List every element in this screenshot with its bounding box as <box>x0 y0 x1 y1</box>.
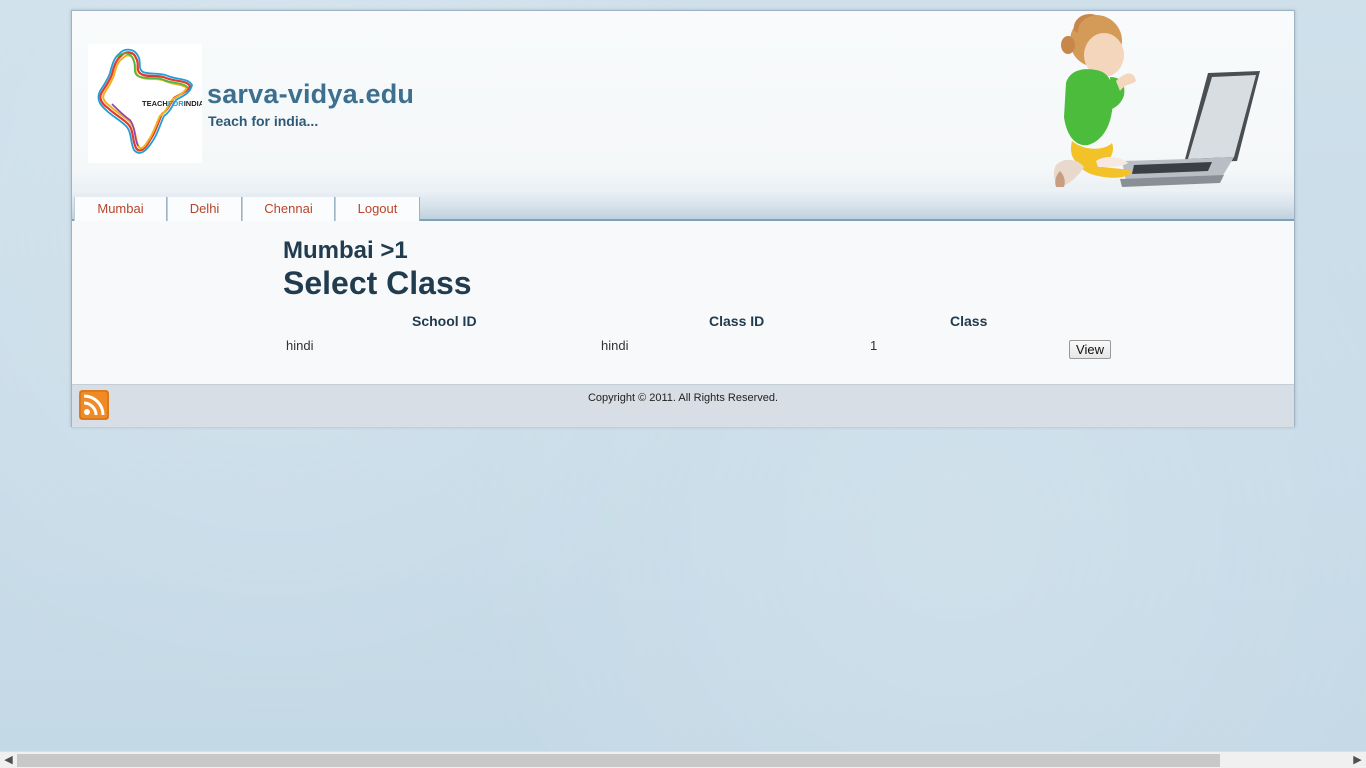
column-header-class-id: Class ID <box>709 313 765 329</box>
view-button[interactable]: View <box>1069 340 1111 359</box>
india-map-logo: TEACHFORINDIA <box>97 48 205 154</box>
logo[interactable]: TEACHFORINDIA <box>88 44 205 163</box>
cell-school-id: hindi <box>286 338 314 353</box>
page-title: Select Class <box>283 265 472 301</box>
chevron-left-icon[interactable]: ◀ <box>0 752 17 768</box>
chevron-right-icon[interactable]: ▶ <box>1349 752 1366 768</box>
logo-text-teach: TEACH <box>142 99 168 108</box>
copyright-text: Copyright © 2011. All Rights Reserved. <box>587 392 779 404</box>
tab-chennai[interactable]: Chennai <box>242 197 335 221</box>
horizontal-scrollbar[interactable]: ◀ ▶ <box>0 751 1366 768</box>
logo-text-india: INDIA <box>184 99 202 108</box>
child-with-laptop-image <box>1053 13 1260 187</box>
nav-bar: Mumbai Delhi Chennai Logout <box>72 189 1294 221</box>
logo-text-for: FOR <box>168 99 184 108</box>
cell-class-id: hindi <box>601 338 629 353</box>
site-title[interactable]: sarva-vidya.edu <box>207 79 414 110</box>
header: TEACHFORINDIA sarva-vidya.edu Teach for … <box>72 11 1294 197</box>
tab-logout[interactable]: Logout <box>335 197 420 221</box>
footer: Copyright © 2011. All Rights Reserved. <box>72 384 1294 427</box>
site-tagline: Teach for india... <box>208 113 319 129</box>
tab-delhi[interactable]: Delhi <box>167 197 242 221</box>
cell-class: 1 <box>870 338 878 353</box>
page-container: TEACHFORINDIA sarva-vidya.edu Teach for … <box>71 10 1295 427</box>
column-header-school-id: School ID <box>412 313 477 329</box>
breadcrumb: Mumbai >1 <box>283 237 408 264</box>
column-header-class: Class <box>950 313 988 329</box>
svg-text:TEACHFORINDIA: TEACHFORINDIA <box>142 99 202 108</box>
scrollbar-thumb[interactable] <box>17 754 1220 767</box>
tab-mumbai[interactable]: Mumbai <box>74 197 167 221</box>
